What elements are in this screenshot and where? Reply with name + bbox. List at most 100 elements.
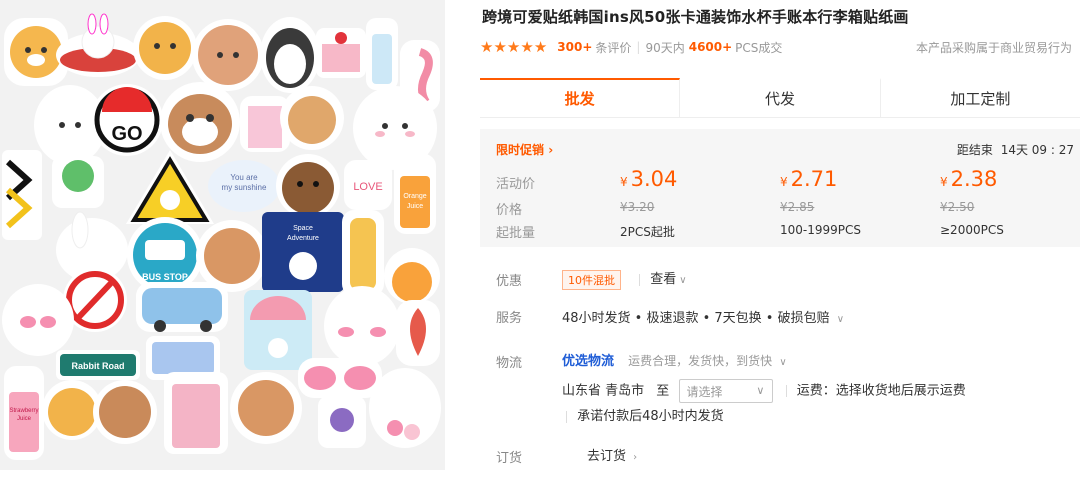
period-label: 90天内 (645, 40, 685, 55)
discount-row: 10件混批 查看 ∨ (562, 268, 687, 290)
svg-text:You are: You are (230, 173, 258, 182)
svg-text:Orange: Orange (403, 193, 426, 200)
svg-text:Juice: Juice (17, 416, 32, 422)
poodle-sticker (192, 19, 264, 91)
logistics-label: 物流 (496, 356, 523, 371)
sold-count: 4600+ (688, 40, 733, 54)
countdown: 距结束 14天 09 : 27 (957, 141, 1074, 158)
service-row[interactable]: 48小时发货 • 极速退款 • 7天包换 • 破损包赔 ∨ (562, 307, 844, 326)
shipping-fee: 运费：选择收货地后展示运费 (796, 383, 966, 399)
shiba-sticker-2 (42, 380, 102, 440)
svg-text:BUS STOP: BUS STOP (142, 272, 188, 282)
tab-dropship[interactable]: 代发 (680, 78, 881, 117)
svg-text:GO: GO (111, 123, 142, 145)
dog-sticker (133, 16, 197, 80)
trade-note: 本产品采购属于商业贸易行为 (915, 41, 1072, 55)
order-label: 订货 (496, 451, 523, 466)
review-count[interactable]: 300+ (557, 40, 592, 54)
tab-custom[interactable]: 加工定制 (881, 78, 1080, 117)
love-bottle-sticker: LOVE (344, 160, 392, 210)
countdown-label: 距结束 (956, 143, 993, 157)
chevron-sticker (2, 150, 42, 240)
svg-text:LOVE: LOVE (353, 181, 382, 193)
divider (639, 273, 641, 286)
tier-1-price: ¥3.20 (620, 200, 655, 214)
promo-link[interactable]: 限时促销 › (496, 141, 553, 158)
chevron-down-icon: ∨ (836, 314, 845, 325)
discount-label: 优惠 (496, 274, 523, 289)
logistics-brand: 优选物流 (562, 354, 615, 369)
to-label: 至 (656, 383, 670, 399)
destination-select[interactable]: 请选择 ∨ (679, 379, 774, 403)
bunny-glasses-sticker (2, 284, 74, 356)
divider (566, 410, 567, 423)
bunny-planet-sticker-2 (384, 248, 440, 304)
rabbit-road-sign-sticker: Rabbit Road (56, 350, 140, 380)
currency-symbol: ¥ (780, 175, 788, 189)
ship-promise: 承诺付款后48小时内发货 (577, 409, 724, 424)
countdown-value: 14天 09 : 27 (1000, 143, 1074, 157)
bunny-cheeks-sticker (324, 286, 400, 366)
orange-juice-sticker: Orange Juice (394, 154, 436, 234)
rating-row: ★ ★ ★ ★ ★ 300+ 条评价 | 90天内 4600+ PCS成交 本产… (480, 37, 1078, 57)
logistics-row: 优选物流 运费合理，发货快，到货快 ∨ (562, 350, 787, 369)
currency-symbol: ¥ (620, 175, 628, 189)
van-sticker (136, 282, 228, 332)
moq-label: 起批量 (496, 226, 536, 241)
sunglasses-sticker (298, 358, 382, 398)
poodle-glasses-sticker (93, 380, 157, 444)
strawberry-juice-sticker: Strawberry Juice (4, 366, 44, 460)
grape-sticker (318, 396, 366, 448)
origin-location: 山东省 青岛市 (562, 383, 645, 399)
tier-2-price: ¥2.85 (780, 200, 815, 214)
go-sign-sticker: GO (91, 84, 163, 156)
logistics-desc[interactable]: 运费合理，发货快，到货快 (628, 354, 772, 368)
order-link[interactable]: 去订货 › (587, 445, 637, 464)
product-title: 跨境可爱贴纸韩国ins风50张卡通装饰水杯手账本行李箱贴纸画 (482, 8, 909, 26)
purchase-tabs: 批发 代发 加工定制 (480, 78, 1080, 118)
service-label: 服务 (496, 311, 523, 326)
chevron-right-icon: › (548, 143, 554, 157)
tree-sticker (52, 156, 104, 208)
sold-label: PCS成交 (735, 40, 783, 55)
promise-row: 承诺付款后48小时内发货 (562, 405, 724, 424)
svg-text:Strawberry: Strawberry (9, 408, 38, 414)
bus-stop-sticker: BUS STOP (127, 217, 203, 293)
chevron-down-icon: ∨ (679, 275, 687, 286)
svg-text:Juice: Juice (407, 203, 423, 210)
price-label: 价格 (496, 203, 523, 218)
star-icon: ★ (480, 37, 494, 56)
review-label[interactable]: 条评价 (595, 39, 631, 56)
bear-sticker (280, 86, 344, 150)
divider: | (636, 40, 641, 54)
poodle-sticker-2 (196, 220, 268, 292)
mixed-batch-tag: 10件混批 (562, 269, 621, 290)
divider (785, 385, 787, 397)
star-icon: ★ (520, 37, 534, 56)
tab-wholesale[interactable]: 批发 (480, 78, 681, 117)
shipping-row: 山东省 青岛市 至 请选择 ∨ 运费：选择收货地后展示运费 (562, 379, 966, 403)
tier-3-active-price: ¥2.38 (940, 167, 998, 191)
svg-text:Space: Space (293, 225, 313, 232)
star-icon: ★ (506, 37, 521, 56)
product-image[interactable]: GO You are my sunshine LOVE Orange Juice… (0, 0, 445, 470)
giraffe-sticker (342, 210, 384, 296)
star-icon: ★ (533, 37, 548, 56)
star-icon: ★ (493, 37, 507, 56)
rocket-sticker (396, 300, 440, 366)
rating-stars: ★ ★ ★ ★ ★ (480, 37, 548, 56)
chevron-right-icon: › (633, 452, 638, 463)
chevron-down-icon[interactable]: ∨ (779, 357, 786, 368)
tier-3-price: ¥2.50 (940, 200, 975, 214)
tier-2-moq: 100-1999PCS (780, 223, 862, 237)
cake-sticker (316, 28, 366, 78)
parachute-sticker (244, 290, 312, 370)
tier-2-active-price: ¥2.71 (780, 167, 838, 191)
tier-3-moq: ≥2000PCS (940, 223, 1004, 237)
sunshine-sticker: You are my sunshine (208, 160, 280, 212)
brown-bear-sticker (276, 154, 340, 218)
currency-symbol: ¥ (940, 175, 948, 189)
space-adventure-sticker: Space Adventure (262, 212, 344, 292)
poodle-sticker-3 (230, 372, 302, 444)
discount-view-link[interactable]: 查看 ∨ (650, 272, 686, 287)
